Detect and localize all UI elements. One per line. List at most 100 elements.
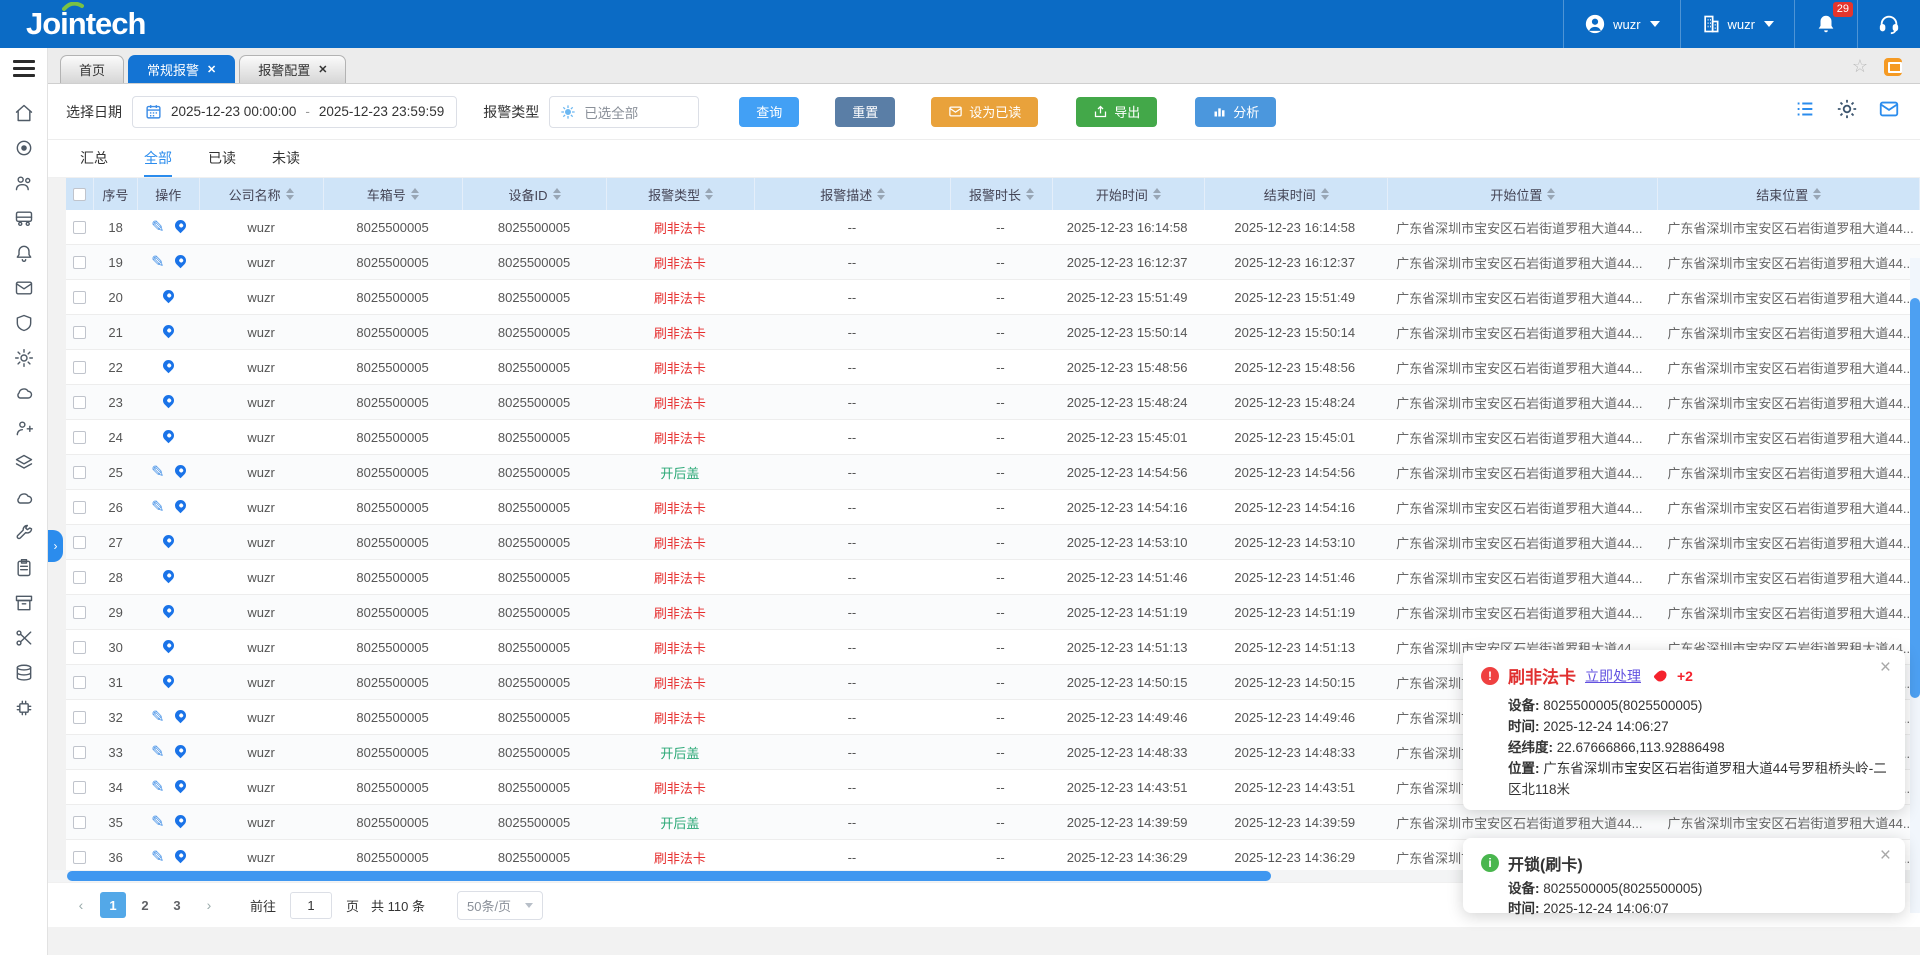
clipboard-icon[interactable] (6, 550, 42, 585)
tab-regular-alarm[interactable]: 常规报警✕ (128, 55, 235, 83)
horizontal-scroll-thumb[interactable] (67, 871, 1271, 881)
subtab-summary[interactable]: 汇总 (80, 140, 108, 177)
row-checkbox[interactable] (73, 396, 86, 409)
wrench-icon[interactable] (6, 515, 42, 550)
column-header[interactable]: 报警时长 (951, 178, 1052, 210)
row-checkbox[interactable] (73, 816, 86, 829)
layers-icon[interactable] (6, 445, 42, 480)
favorite-star-icon[interactable]: ☆ (1852, 56, 1868, 77)
location-pin-icon[interactable] (161, 287, 177, 303)
row-checkbox[interactable] (73, 781, 86, 794)
support[interactable] (1857, 0, 1920, 48)
gear-icon[interactable] (6, 340, 42, 375)
database-icon[interactable] (6, 655, 42, 690)
edit-icon[interactable]: ✎ (151, 497, 164, 517)
row-checkbox[interactable] (73, 256, 86, 269)
column-header[interactable]: 结束时间 (1205, 178, 1388, 210)
location-pin-icon[interactable] (161, 357, 177, 373)
sort-icon[interactable] (411, 188, 419, 200)
cloud-icon[interactable] (6, 375, 42, 410)
query-button[interactable]: 查询 (739, 97, 799, 127)
sort-icon[interactable] (1153, 188, 1161, 200)
alarm-type-select[interactable]: 已选全部 (549, 96, 699, 128)
edit-icon[interactable]: ✎ (151, 217, 164, 237)
edit-icon[interactable]: ✎ (151, 812, 164, 832)
list-view-icon[interactable] (1794, 98, 1816, 120)
archive-icon[interactable] (6, 585, 42, 620)
row-checkbox[interactable] (73, 571, 86, 584)
monitor-icon[interactable] (6, 130, 42, 165)
row-checkbox[interactable] (73, 746, 86, 759)
promo-icon[interactable] (1884, 58, 1902, 76)
location-pin-icon[interactable] (161, 427, 177, 443)
select-all-checkbox[interactable] (73, 188, 86, 201)
close-icon[interactable]: × (1880, 846, 1891, 865)
date-range-picker[interactable]: 2025-12-23 00:00:00 - 2025-12-23 23:59:5… (132, 96, 457, 128)
column-header[interactable]: 报警描述 (755, 178, 951, 210)
reset-button[interactable]: 重置 (835, 97, 895, 127)
subtab-all[interactable]: 全部 (144, 140, 172, 177)
row-checkbox[interactable] (73, 291, 86, 304)
close-icon[interactable]: ✕ (207, 63, 216, 76)
column-header[interactable]: 设备ID (463, 178, 607, 210)
sort-icon[interactable] (1026, 188, 1034, 200)
notifications[interactable]: 29 (1794, 0, 1857, 48)
location-pin-icon[interactable] (172, 252, 188, 268)
close-icon[interactable]: ✕ (318, 63, 327, 76)
next-page-button[interactable]: › (196, 892, 222, 918)
location-pin-icon[interactable] (161, 602, 177, 618)
row-checkbox[interactable] (73, 466, 86, 479)
edit-icon[interactable]: ✎ (151, 777, 164, 797)
shield-icon[interactable] (6, 305, 42, 340)
vehicle-icon[interactable] (6, 200, 42, 235)
row-checkbox[interactable] (73, 536, 86, 549)
goto-page-input[interactable] (290, 892, 332, 919)
page-button-2[interactable]: 2 (132, 892, 158, 918)
mail-icon[interactable] (6, 270, 42, 305)
sort-icon[interactable] (553, 188, 561, 200)
location-pin-icon[interactable] (172, 742, 188, 758)
vertical-scroll-thumb[interactable] (1910, 298, 1920, 698)
row-checkbox[interactable] (73, 711, 86, 724)
location-pin-icon[interactable] (172, 777, 188, 793)
sort-icon[interactable] (286, 188, 294, 200)
column-header[interactable]: 开始时间 (1053, 178, 1206, 210)
select-all-checkbox-cell[interactable] (66, 178, 94, 210)
location-pin-icon[interactable] (161, 567, 177, 583)
location-pin-icon[interactable] (172, 812, 188, 828)
location-pin-icon[interactable] (161, 672, 177, 688)
subtab-read[interactable]: 已读 (208, 140, 236, 177)
tab-home[interactable]: 首页 (60, 55, 124, 83)
edit-icon[interactable]: ✎ (151, 707, 164, 727)
organization-icon[interactable] (6, 165, 42, 200)
mark-read-button[interactable]: 设为已读 (931, 97, 1038, 127)
edit-icon[interactable]: ✎ (151, 742, 164, 762)
row-checkbox[interactable] (73, 606, 86, 619)
user-add-icon[interactable] (6, 410, 42, 445)
gear-settings-icon[interactable] (1836, 98, 1858, 120)
edit-icon[interactable]: ✎ (151, 462, 164, 482)
handle-now-link[interactable]: 立即处理 (1585, 666, 1641, 686)
sort-icon[interactable] (877, 188, 885, 200)
prev-page-button[interactable]: ‹ (68, 892, 94, 918)
row-checkbox[interactable] (73, 361, 86, 374)
sort-icon[interactable] (1813, 188, 1821, 200)
row-checkbox[interactable] (73, 431, 86, 444)
column-header[interactable]: 报警类型 (607, 178, 755, 210)
tab-alarm-config[interactable]: 报警配置✕ (239, 55, 346, 83)
row-checkbox[interactable] (73, 641, 86, 654)
alarm-icon[interactable] (6, 235, 42, 270)
location-pin-icon[interactable] (161, 532, 177, 548)
sort-icon[interactable] (1547, 188, 1555, 200)
analyze-button[interactable]: 分析 (1195, 97, 1276, 127)
location-pin-icon[interactable] (172, 217, 188, 233)
column-header[interactable]: 开始位置 (1388, 178, 1658, 210)
row-checkbox[interactable] (73, 326, 86, 339)
sort-icon[interactable] (1321, 188, 1329, 200)
user-menu[interactable]: wuzr (1563, 0, 1679, 48)
column-header[interactable]: 公司名称 (200, 178, 324, 210)
home-icon[interactable] (6, 95, 42, 130)
org-menu[interactable]: wuzr (1680, 0, 1794, 48)
location-pin-icon[interactable] (172, 707, 188, 723)
column-header[interactable]: 车箱号 (324, 178, 464, 210)
